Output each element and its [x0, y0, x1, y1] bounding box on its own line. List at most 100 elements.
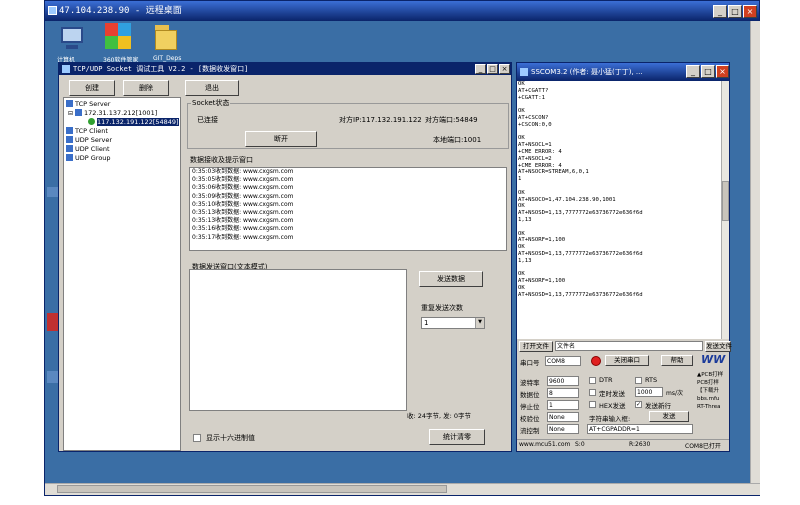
terminal-line: AT+NSOSD=1,13,7777772e63736772e636f6d: [518, 250, 643, 257]
terminal-line: AT+NSOCL=2: [518, 155, 552, 162]
clear-stats-button[interactable]: 统计清零: [429, 429, 485, 445]
socket-title-bar[interactable]: TCP/UDP Socket 调试工具 V2.2 - [数据收发窗口]: [59, 63, 511, 75]
terminal-scroll-thumb[interactable]: [722, 181, 729, 221]
horizontal-scroll-thumb[interactable]: [57, 485, 447, 493]
server-icon: [74, 109, 82, 116]
server-icon: [66, 136, 73, 143]
filename-field[interactable]: 文件名: [555, 341, 703, 351]
hex-display-checkbox[interactable]: [193, 434, 201, 442]
status-site[interactable]: www.mcu51.com: [519, 441, 570, 448]
data-bits-select[interactable]: 8: [547, 388, 579, 398]
create-button[interactable]: 创建: [69, 80, 115, 96]
software-manager-icon[interactable]: [105, 23, 135, 51]
disconnect-button[interactable]: 断开: [245, 131, 317, 147]
folder-label: GIT_Deps: [153, 55, 182, 62]
baud-select[interactable]: 9600: [547, 376, 579, 386]
terminal-line: OK: [518, 135, 525, 142]
tree-item-tcp-server[interactable]: TCP Server: [66, 100, 180, 109]
connection-tree: TCP Server ⊟ 172.31.137.212[1001] 117.13…: [63, 97, 181, 451]
terminal-line: AT+NSOCR=STREAM,6,0,1: [518, 169, 589, 176]
dtr-checkbox[interactable]: [589, 377, 596, 384]
stop-bits-label: 停止位: [520, 403, 540, 411]
group-icon: [66, 154, 73, 161]
repeat-count-label: 重复发送次数: [421, 304, 463, 312]
sscom-maximize-button[interactable]: □: [701, 65, 715, 78]
help-button[interactable]: 帮助: [661, 355, 693, 366]
flow-control-select[interactable]: None: [547, 424, 579, 434]
string-input-label: 字符串输入框:: [589, 415, 631, 423]
terminal-line: OK: [518, 230, 525, 237]
tree-item-udp-server[interactable]: UDP Server: [66, 136, 180, 145]
recv-window[interactable]: 0:35:03收到数据: www.cxgsm.com 0:35:05收到数据: …: [189, 167, 507, 251]
send-button[interactable]: 发送: [649, 411, 689, 422]
tree-item-udp-group[interactable]: UDP Group: [66, 154, 180, 163]
recv-line: 0:35:10收到数据: www.cxgsm.com: [192, 200, 294, 208]
vertical-scrollbar[interactable]: [750, 21, 760, 483]
parity-select[interactable]: None: [547, 412, 579, 422]
send-file-button[interactable]: 发送文件: [705, 341, 732, 352]
send-textarea[interactable]: [189, 269, 407, 411]
stop-bits-select[interactable]: 1: [547, 400, 579, 410]
interval-unit: ms/次: [666, 390, 683, 397]
hex-send-checkbox[interactable]: [589, 401, 596, 408]
connected-status: 已连接: [197, 116, 218, 124]
serial-terminal[interactable]: OK AT+CGATT? +CGATT:1 OK AT+CSCON? +CSCON:0,…: [517, 81, 721, 339]
ad-line: bbs.mfu: [697, 396, 720, 402]
terminal-line: +CME ERROR: 4: [518, 148, 562, 155]
chevron-down-icon[interactable]: ▼: [475, 318, 484, 328]
app-icon: [48, 6, 57, 15]
terminal-line: OK: [518, 244, 525, 251]
send-data-button[interactable]: 发送数据: [419, 271, 483, 287]
minimize-button[interactable]: _: [713, 5, 727, 18]
tree-item-server-address[interactable]: ⊟ 172.31.137.212[1001]: [68, 109, 180, 118]
tree-item-tcp-client[interactable]: TCP Client: [66, 127, 180, 136]
terminal-scrollbar[interactable]: [721, 81, 729, 339]
tree-item-client-address[interactable]: 117.132.191.122[54849]: [88, 118, 180, 127]
tree-item-udp-client[interactable]: UDP Client: [66, 145, 180, 154]
string-input-field[interactable]: AT+CGPADDR=1: [587, 424, 693, 434]
open-file-button[interactable]: 打开文件: [519, 341, 553, 352]
terminal-line: 1,13: [518, 216, 532, 223]
maximize-button[interactable]: □: [728, 5, 742, 18]
ad-panel[interactable]: ▲PCB打样 PCB打样 【下载升 bbs.mfu RT-Threa: [697, 371, 731, 433]
terminal-line: OK: [518, 203, 525, 210]
sscom-app-icon: [520, 68, 528, 76]
recv-line: 0:35:03收到数据: www.cxgsm.com: [192, 168, 294, 175]
close-port-button[interactable]: 关闭串口: [605, 355, 649, 366]
socket-maximize-button[interactable]: □: [487, 64, 498, 74]
sscom-title: SSCOM3.2 (作者: 聂小猛(丁丁), ...: [531, 68, 643, 76]
close-button[interactable]: ×: [743, 5, 757, 18]
terminal-line: AT+NSOSD=1,13,7777772e63736772e636f6d: [518, 210, 643, 217]
socket-minimize-button[interactable]: _: [475, 64, 486, 74]
folder-icon[interactable]: [155, 25, 185, 53]
socket-app-icon: [62, 65, 70, 73]
byte-counter: 收: 24字节, 发: 0字节: [407, 412, 472, 420]
delete-button[interactable]: 删除: [123, 80, 169, 96]
status-received: R:2630: [629, 441, 651, 448]
hex-display-label: 显示十六进制值: [206, 434, 255, 442]
rts-checkbox[interactable]: [635, 377, 642, 384]
remote-title-bar[interactable]: 47.104.238.90 - 远程桌面: [45, 1, 759, 21]
port-label: 串口号: [520, 359, 540, 367]
interval-input[interactable]: 1000: [635, 387, 663, 397]
server-icon: [66, 100, 73, 107]
terminal-line: OK: [518, 108, 525, 115]
terminal-line: AT+NSOCO=1,47.104.238.90,1001: [518, 196, 616, 203]
send-newline-checkbox[interactable]: ✓: [635, 401, 642, 408]
exit-button[interactable]: 退出: [185, 80, 239, 96]
socket-close-button[interactable]: ×: [499, 64, 510, 74]
sscom-close-button[interactable]: ×: [716, 65, 729, 78]
repeat-count-select[interactable]: 1 ▼: [421, 317, 485, 329]
computer-icon[interactable]: [57, 25, 87, 53]
recv-line: 0:35:06收到数据: www.cxgsm.com: [192, 184, 294, 192]
logo-text: WW: [701, 353, 726, 366]
timed-send-checkbox[interactable]: [589, 389, 596, 396]
sscom-minimize-button[interactable]: _: [686, 65, 700, 78]
terminal-line: OK: [518, 284, 525, 291]
peer-ip: 对方IP:117.132.191.122: [339, 116, 422, 124]
terminal-lines: OK AT+CGATT? +CGATT:1 OK AT+CSCON? +CSCON:0,…: [517, 81, 721, 299]
port-select[interactable]: COM8: [545, 356, 581, 366]
